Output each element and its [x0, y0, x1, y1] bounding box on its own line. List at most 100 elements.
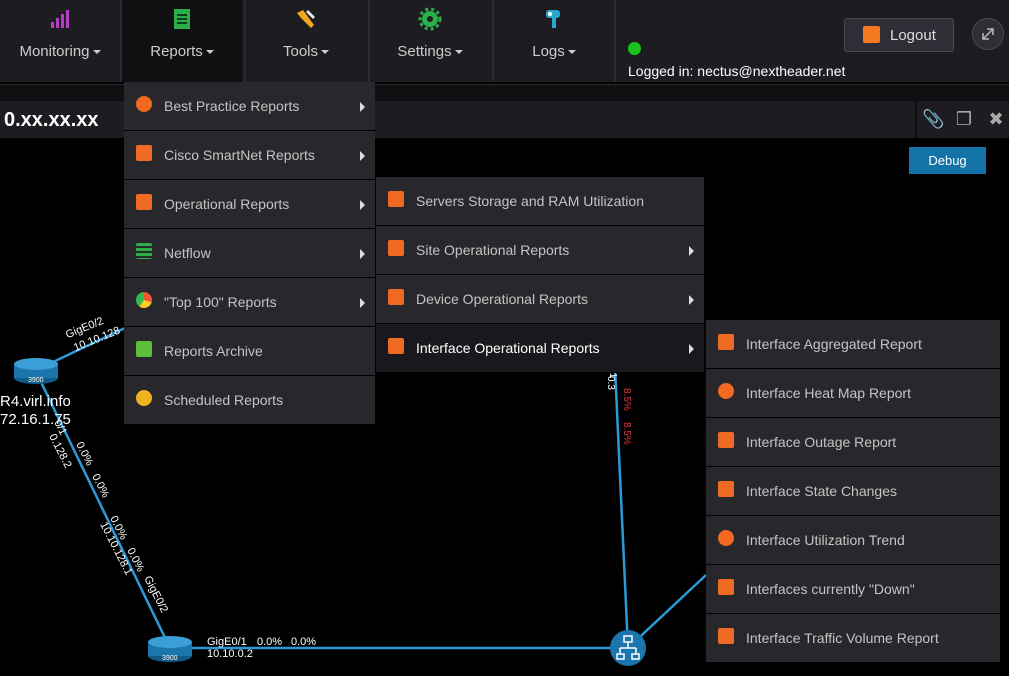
chevron-right-icon — [360, 200, 365, 210]
menu-item-label: Interface Operational Reports — [416, 340, 600, 356]
tools-icon — [297, 10, 315, 28]
menu-item-netflow[interactable]: Netflow — [124, 229, 375, 278]
menu-item-label: Device Operational Reports — [416, 291, 588, 307]
swap-icon — [718, 481, 734, 497]
titlebar-divider — [915, 101, 917, 138]
menu-item-label: Site Operational Reports — [416, 242, 570, 258]
netflow-icon — [136, 243, 152, 259]
menu-item-interfaces-down[interactable]: Interfaces currently "Down" — [706, 565, 1000, 614]
router-r2-icon[interactable]: 3900 — [148, 636, 192, 662]
page-title: 0.xx.xx.xx — [4, 109, 99, 131]
bars-icon — [718, 628, 734, 644]
archive-icon — [136, 341, 152, 357]
menu-item-label: Interface Traffic Volume Report — [746, 630, 939, 646]
menu-item-label: Interfaces currently "Down" — [746, 581, 915, 597]
thermometer-icon — [718, 383, 734, 399]
menu-item-label: Interface State Changes — [746, 483, 897, 499]
menu-item-smartnet[interactable]: Cisco SmartNet Reports — [124, 131, 375, 180]
menu-item-interface-heatmap[interactable]: Interface Heat Map Report — [706, 369, 1000, 418]
menu-item-label: "Top 100" Reports — [164, 294, 277, 310]
link-d-util-out: 0.0% — [291, 636, 317, 648]
chevron-right-icon — [360, 151, 365, 161]
chevron-right-icon — [360, 249, 365, 259]
nav-divider — [614, 0, 616, 82]
logout-button[interactable]: Logout — [844, 18, 954, 52]
menu-item-interface-operational[interactable]: Interface Operational Reports — [376, 324, 704, 373]
interface-submenu: Interface Aggregated Report Interface He… — [706, 320, 1000, 663]
menu-item-operational[interactable]: Operational Reports — [124, 180, 375, 229]
interface-icon — [388, 338, 404, 354]
gear-icon — [718, 530, 734, 546]
nav-monitoring[interactable]: Monitoring — [0, 0, 120, 82]
menu-item-device-operational[interactable]: Device Operational Reports — [376, 275, 704, 324]
nav-logs[interactable]: Logs — [494, 0, 614, 82]
link-e-ip: 0.3 — [605, 376, 616, 390]
menu-item-interface-state[interactable]: Interface State Changes — [706, 467, 1000, 516]
menu-item-servers-storage[interactable]: Servers Storage and RAM Utilization — [376, 177, 704, 226]
nav-settings-label: Settings — [370, 43, 490, 60]
paperclip-icon[interactable]: 📎 — [922, 108, 944, 130]
nav-tools-label: Tools — [246, 43, 366, 60]
menu-item-label: Servers Storage and RAM Utilization — [416, 193, 644, 209]
nav-reports[interactable]: Reports — [122, 0, 242, 82]
logout-icon — [863, 26, 880, 43]
menu-item-interface-traffic[interactable]: Interface Traffic Volume Report — [706, 614, 1000, 663]
operational-icon — [136, 194, 152, 210]
logged-in-text: Logged in: nectus@nextheader.net — [628, 63, 846, 79]
logs-icon — [546, 10, 560, 28]
chevron-right-icon — [360, 102, 365, 112]
operational-submenu: Servers Storage and RAM Utilization Site… — [376, 177, 704, 373]
alert-icon — [718, 579, 734, 595]
link-d-port: GigE0/1 — [207, 636, 247, 648]
aggregate-icon — [718, 334, 734, 350]
menu-item-label: Netflow — [164, 245, 211, 261]
chevron-right-icon — [689, 246, 694, 256]
menu-item-interface-outage[interactable]: Interface Outage Report — [706, 418, 1000, 467]
chevron-right-icon — [360, 298, 365, 308]
menu-item-label: Interface Utilization Trend — [746, 532, 905, 548]
switch-icon[interactable] — [610, 630, 646, 666]
site-icon — [388, 240, 404, 256]
menu-item-label: Reports Archive — [164, 343, 263, 359]
menu-item-label: Interface Aggregated Report — [746, 336, 922, 352]
chevron-right-icon — [689, 344, 694, 354]
nav-reports-label: Reports — [122, 43, 242, 60]
svg-text:3900: 3900 — [162, 655, 178, 662]
link-e-util-in: 8.5% — [621, 388, 632, 411]
expand-icon — [982, 28, 994, 40]
status-indicator — [628, 42, 641, 55]
ribbon-icon — [136, 96, 152, 112]
clock-icon — [136, 390, 152, 406]
menu-item-interface-aggregated[interactable]: Interface Aggregated Report — [706, 320, 1000, 369]
menu-item-scheduled[interactable]: Scheduled Reports — [124, 376, 375, 425]
gear-icon — [418, 7, 442, 31]
restore-window-icon[interactable]: ❐ — [953, 108, 975, 130]
device-icon — [388, 289, 404, 305]
router-r4-icon[interactable]: 3900 — [14, 358, 58, 384]
nav-tools[interactable]: Tools — [246, 0, 366, 82]
menu-item-site-operational[interactable]: Site Operational Reports — [376, 226, 704, 275]
menu-item-label: Operational Reports — [164, 196, 290, 212]
svg-text:3900: 3900 — [28, 377, 44, 384]
expand-button[interactable] — [972, 18, 1004, 50]
menu-item-label: Scheduled Reports — [164, 392, 284, 408]
smartnet-icon — [136, 145, 152, 161]
server-icon — [388, 191, 404, 207]
menu-item-best-practice[interactable]: Best Practice Reports — [124, 82, 375, 131]
lightning-icon — [718, 432, 734, 448]
menu-item-label: Interface Heat Map Report — [746, 385, 911, 401]
menu-item-label: Best Practice Reports — [164, 98, 300, 114]
debug-button[interactable]: Debug — [909, 147, 986, 174]
chevron-right-icon — [689, 295, 694, 305]
nav-monitoring-label: Monitoring — [0, 43, 120, 60]
menu-item-interface-utilization[interactable]: Interface Utilization Trend — [706, 516, 1000, 565]
link-e-util-out: 8.5% — [621, 422, 632, 445]
menu-item-label: Interface Outage Report — [746, 434, 897, 450]
menu-item-archive[interactable]: Reports Archive — [124, 327, 375, 376]
logout-label: Logout — [890, 27, 936, 44]
menu-item-top100[interactable]: "Top 100" Reports — [124, 278, 375, 327]
menu-item-label: Cisco SmartNet Reports — [164, 147, 315, 163]
close-icon[interactable]: ✖ — [985, 108, 1007, 130]
reports-menu: Best Practice Reports Cisco SmartNet Rep… — [124, 82, 375, 425]
nav-settings[interactable]: Settings — [370, 0, 490, 82]
